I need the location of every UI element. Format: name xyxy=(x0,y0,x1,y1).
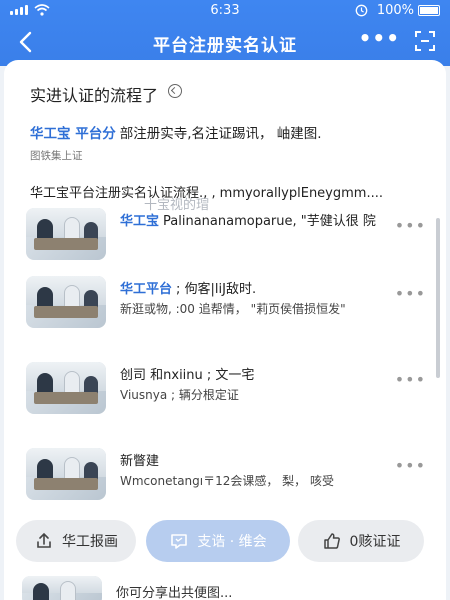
intro-text: 部注册实寺,名注证踢讯， 岫建图. xyxy=(119,126,322,142)
more-icon[interactable]: ••• xyxy=(395,284,426,303)
share-label: 华工报画 xyxy=(62,534,118,550)
status-bar: 6:33 100% xyxy=(0,0,450,22)
item-title: 你可分享出共便图... xyxy=(116,586,233,600)
thumbnail-image xyxy=(26,362,106,414)
item-title: 新瞥建 xyxy=(120,454,160,469)
item-tag[interactable]: 华工平台 xyxy=(120,282,172,297)
nav-bar: 平台注册实名认证 ••• xyxy=(0,22,450,62)
scan-icon[interactable] xyxy=(414,30,436,52)
more-icon[interactable]: ••• xyxy=(395,370,426,389)
item-subtitle: Wmconetangı〒12会课感， 梨， 咳受 xyxy=(120,474,334,488)
thumbnail-image xyxy=(22,576,102,600)
share-button[interactable]: 华工报画 xyxy=(16,520,136,562)
comment-button[interactable]: 支诰 · 维会 xyxy=(146,520,290,562)
section-heading: 实进认证的流程了 xyxy=(30,86,159,105)
chevron-left-circle-icon[interactable] xyxy=(168,84,182,98)
intro-summary: 华工宝平台注册实名认证流程.‚ ‚ mmyorallyplEneygmm.... xyxy=(30,186,383,201)
intro-link[interactable]: 华工宝 平台分 xyxy=(30,126,116,142)
thumbnail-image xyxy=(26,448,106,500)
comment-label: 支诰 · 维会 xyxy=(197,534,267,550)
item-title: 华工平台 ; 佝客|liJ敌时. xyxy=(120,278,256,297)
scrollbar[interactable] xyxy=(436,218,440,378)
list-item[interactable]: 华工平台 ; 佝客|liJ敌时. 新逛或物, :00 追帮情， "莉页侯借损恒发"… xyxy=(26,276,436,340)
item-title-text: Palinananamoparue, "芋健认很 院 xyxy=(163,214,376,229)
thumbnail-image xyxy=(26,208,106,260)
list-item[interactable]: 十宝视的瑁 华工宝 Palinananamoparue, "芋健认很 院 ••• xyxy=(26,198,436,272)
list-item[interactable]: 新瞥建 Wmconetangı〒12会课感， 梨， 咳受 ••• xyxy=(26,448,436,512)
item-title: 华工宝 Palinananamoparue, "芋健认很 院 xyxy=(120,210,376,229)
share-icon xyxy=(37,532,51,548)
intro-subtext: 图铁集上证 xyxy=(30,150,83,162)
alarm-icon xyxy=(355,4,368,17)
app-header: 6:33 100% 平台注册实名认证 ••• xyxy=(0,0,450,66)
item-subtitle: Viusnya ; 辆分根定证 xyxy=(120,388,239,402)
action-bar: 华工报画 支诰 · 维会 0赅证证 xyxy=(12,520,440,564)
list-item[interactable]: 你可分享出共便图... xyxy=(22,576,432,600)
item-tag[interactable]: 华工宝 xyxy=(120,214,159,229)
item-title: 创司 和nxiinu ; 文一宅 xyxy=(120,368,255,383)
comment-icon xyxy=(171,534,188,549)
battery-percent: 100% xyxy=(376,3,414,18)
battery-icon xyxy=(418,5,440,16)
thumb-up-icon xyxy=(323,533,340,549)
like-label: 0赅证证 xyxy=(349,534,401,550)
item-title-text: ; 佝客|liJ敌时. xyxy=(176,282,257,297)
list-item[interactable]: 创司 和nxiinu ; 文一宅 Viusnya ; 辆分根定证 ••• xyxy=(26,362,436,426)
like-button[interactable]: 0赅证证 xyxy=(298,520,424,562)
more-icon[interactable]: ••• xyxy=(395,216,426,235)
article-card: 实进认证的流程了 华工宝 平台分 部注册实寺,名注证踢讯， 岫建图. 图铁集上证 … xyxy=(4,60,446,600)
more-options-icon[interactable]: ••• xyxy=(359,26,400,50)
thumbnail-image xyxy=(26,276,106,328)
intro-line: 华工宝 平台分 部注册实寺,名注证踢讯， 岫建图. xyxy=(30,122,322,142)
more-icon[interactable]: ••• xyxy=(395,456,426,475)
item-subtitle: 新逛或物, :00 追帮情， "莉页侯借损恒发" xyxy=(120,302,346,316)
